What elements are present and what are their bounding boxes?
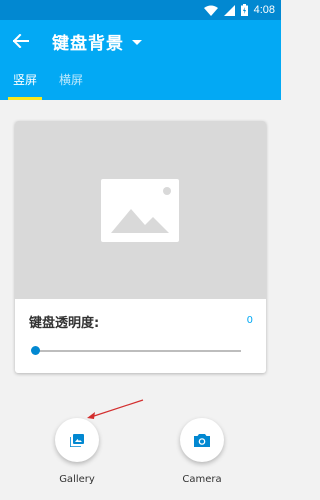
camera-label: Camera <box>182 474 222 485</box>
gallery-button[interactable] <box>55 418 99 462</box>
battery-icon <box>240 4 248 16</box>
camera-icon <box>194 434 210 447</box>
status-bar: 4:08 <box>0 0 281 20</box>
image-icon <box>70 433 84 447</box>
background-preview[interactable] <box>15 121 266 299</box>
status-time: 4:08 <box>253 4 275 16</box>
tab-landscape[interactable]: 横屏 <box>54 70 88 100</box>
gallery-label: Gallery <box>59 474 95 485</box>
image-placeholder-icon <box>101 179 179 242</box>
tab-bar: 竖屏 横屏 <box>0 70 281 100</box>
preview-card: 键盘透明度: 0 <box>15 121 266 373</box>
signal-icon <box>223 4 235 16</box>
back-button[interactable] <box>10 30 32 52</box>
wifi-icon <box>203 5 218 16</box>
tab-portrait[interactable]: 竖屏 <box>8 70 42 100</box>
camera-button[interactable] <box>180 418 224 462</box>
app-bar: 键盘背景 竖屏 横屏 <box>0 20 281 100</box>
opacity-label: 键盘透明度: <box>29 316 100 331</box>
slider-thumb[interactable] <box>31 346 40 355</box>
tab-indicator <box>8 97 42 100</box>
opacity-value: 0 <box>246 315 253 326</box>
status-icons: 4:08 <box>203 2 275 18</box>
arrow-left-icon <box>13 34 29 48</box>
opacity-slider[interactable] <box>31 341 241 361</box>
page-title: 键盘背景 <box>52 34 124 54</box>
title-dropdown[interactable]: 键盘背景 <box>52 29 142 54</box>
caret-down-icon <box>132 40 142 45</box>
annotation-arrow <box>87 399 144 419</box>
slider-track <box>35 350 241 352</box>
